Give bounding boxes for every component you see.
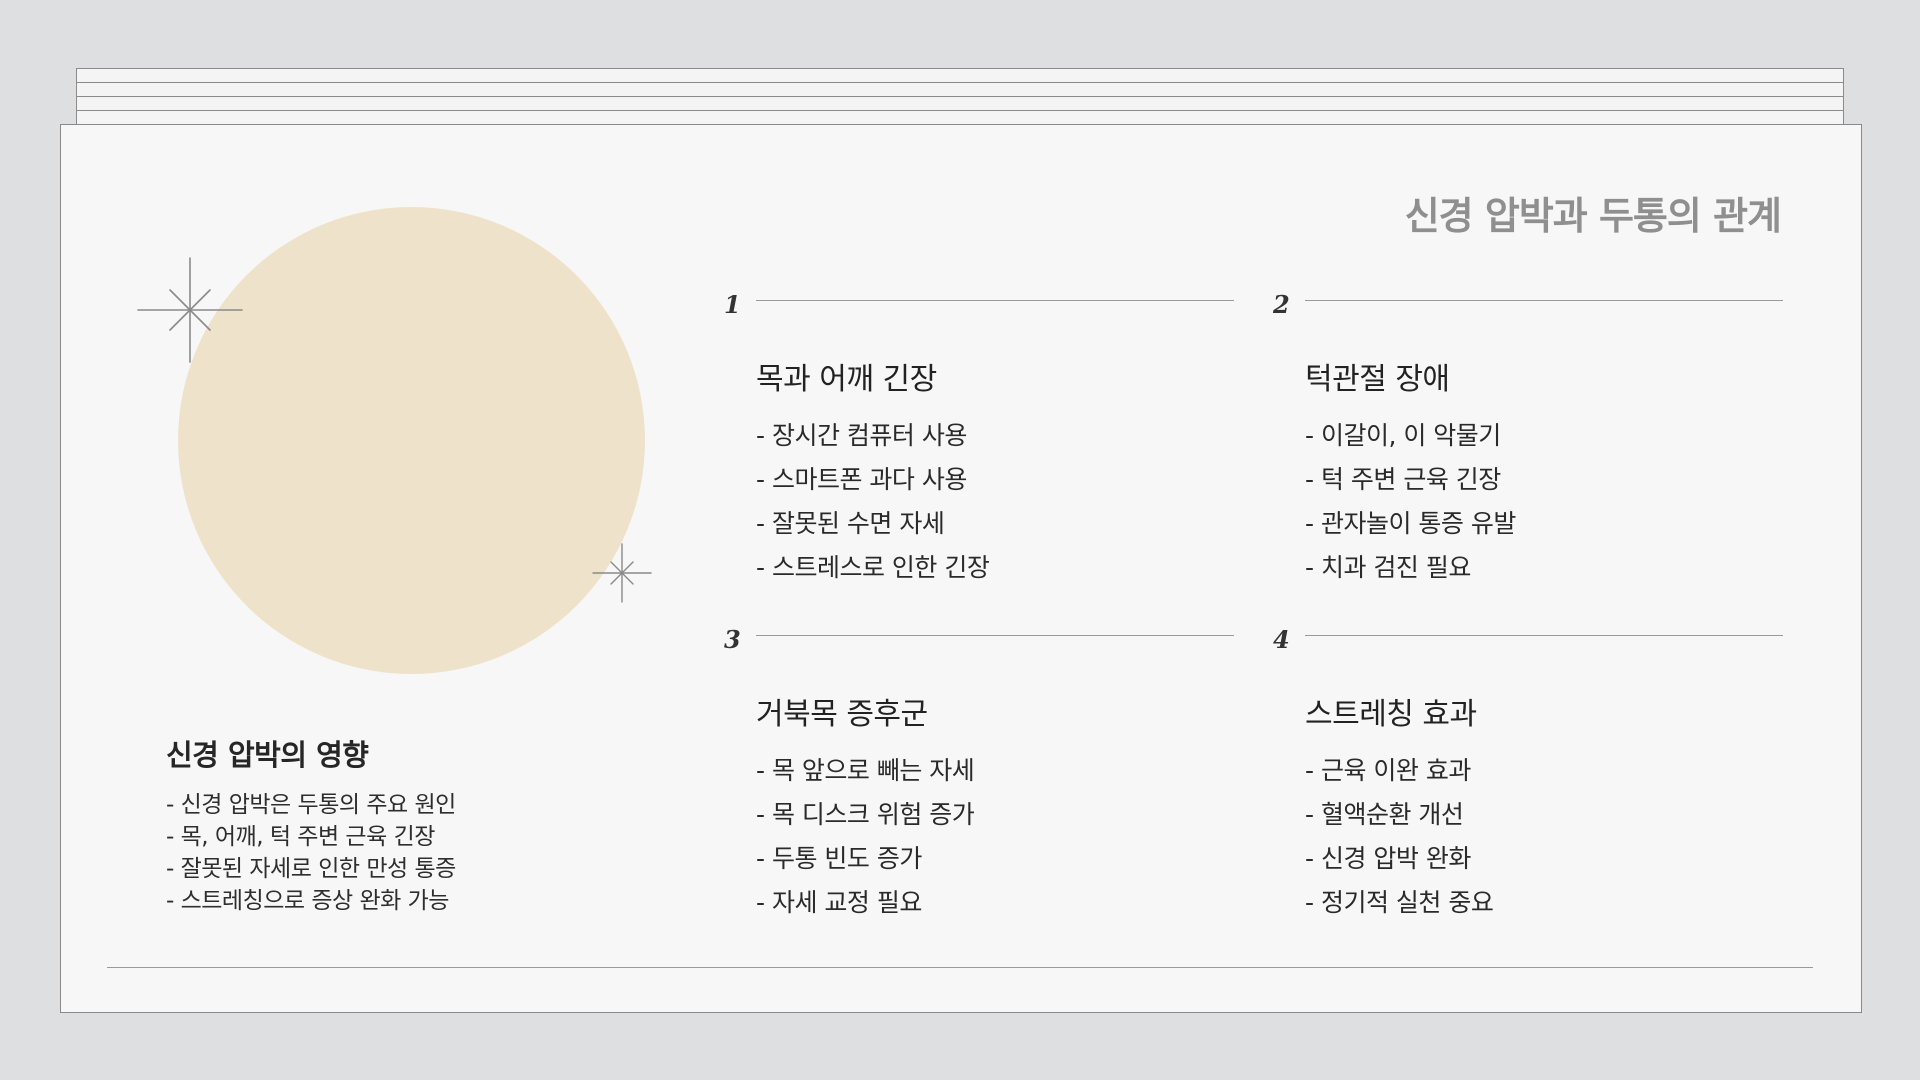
list-item: - 정기적 실천 중요 <box>1305 888 1494 917</box>
bottom-divider <box>107 967 1813 968</box>
section-number: 3 <box>724 625 741 654</box>
list-item: - 두통 빈도 증가 <box>756 844 922 873</box>
list-item: - 치과 검진 필요 <box>1305 553 1471 582</box>
section-list: - 이갈이, 이 악물기 - 턱 주변 근육 긴장 - 관자놀이 통증 유발 -… <box>1305 414 1516 590</box>
list-item: - 스트레스로 인한 긴장 <box>756 553 990 582</box>
section-list: - 목 앞으로 빼는 자세 - 목 디스크 위험 증가 - 두통 빈도 증가 -… <box>756 749 975 925</box>
list-item: - 잘못된 자세로 인한 만성 통증 <box>166 856 456 882</box>
list-item: - 신경 압박은 두통의 주요 원인 <box>166 792 456 818</box>
list-item: - 이갈이, 이 악물기 <box>1305 421 1501 450</box>
section-number: 2 <box>1273 290 1290 319</box>
list-item: - 턱 주변 근육 긴장 <box>1305 465 1501 494</box>
section-heading: 스트레칭 효과 <box>1305 697 1477 732</box>
list-item: - 관자놀이 통증 유발 <box>1305 509 1516 538</box>
list-item: - 목, 어깨, 턱 주변 근육 긴장 <box>166 824 435 850</box>
section-number: 4 <box>1273 625 1290 654</box>
section-heading: 거북목 증후군 <box>756 697 928 732</box>
page-title: 신경 압박과 두통의 관계 <box>1404 194 1782 238</box>
sparkle-icon <box>592 543 652 603</box>
section-divider <box>756 635 1234 636</box>
decorative-circle <box>178 207 645 674</box>
list-item: - 장시간 컴퓨터 사용 <box>756 421 967 450</box>
list-item: - 근육 이완 효과 <box>1305 756 1471 785</box>
list-item: - 목 디스크 위험 증가 <box>756 800 975 829</box>
list-item: - 혈액순환 개선 <box>1305 800 1464 829</box>
left-panel-list: - 신경 압박은 두통의 주요 원인 - 목, 어깨, 턱 주변 근육 긴장 -… <box>166 789 456 917</box>
list-item: - 스트레칭으로 증상 완화 가능 <box>166 888 449 914</box>
section-divider <box>1305 635 1783 636</box>
list-item: - 스마트폰 과다 사용 <box>756 465 967 494</box>
list-item: - 자세 교정 필요 <box>756 888 922 917</box>
list-item: - 잘못된 수면 자세 <box>756 509 945 538</box>
section-heading: 턱관절 장애 <box>1305 362 1450 397</box>
slide-sheet: 신경 압박과 두통의 관계 신경 압박의 영향 - 신경 압박은 두통의 주요 … <box>60 124 1862 1013</box>
list-item: - 신경 압박 완화 <box>1305 844 1471 873</box>
section-divider <box>756 300 1234 301</box>
sparkle-icon <box>137 257 243 363</box>
section-list: - 근육 이완 효과 - 혈액순환 개선 - 신경 압박 완화 - 정기적 실천… <box>1305 749 1494 925</box>
section-divider <box>1305 300 1783 301</box>
section-number: 1 <box>724 290 741 319</box>
list-item: - 목 앞으로 빼는 자세 <box>756 756 975 785</box>
section-list: - 장시간 컴퓨터 사용 - 스마트폰 과다 사용 - 잘못된 수면 자세 - … <box>756 414 990 590</box>
section-heading: 목과 어깨 긴장 <box>756 362 937 397</box>
left-panel-title: 신경 압박의 영향 <box>166 738 369 772</box>
